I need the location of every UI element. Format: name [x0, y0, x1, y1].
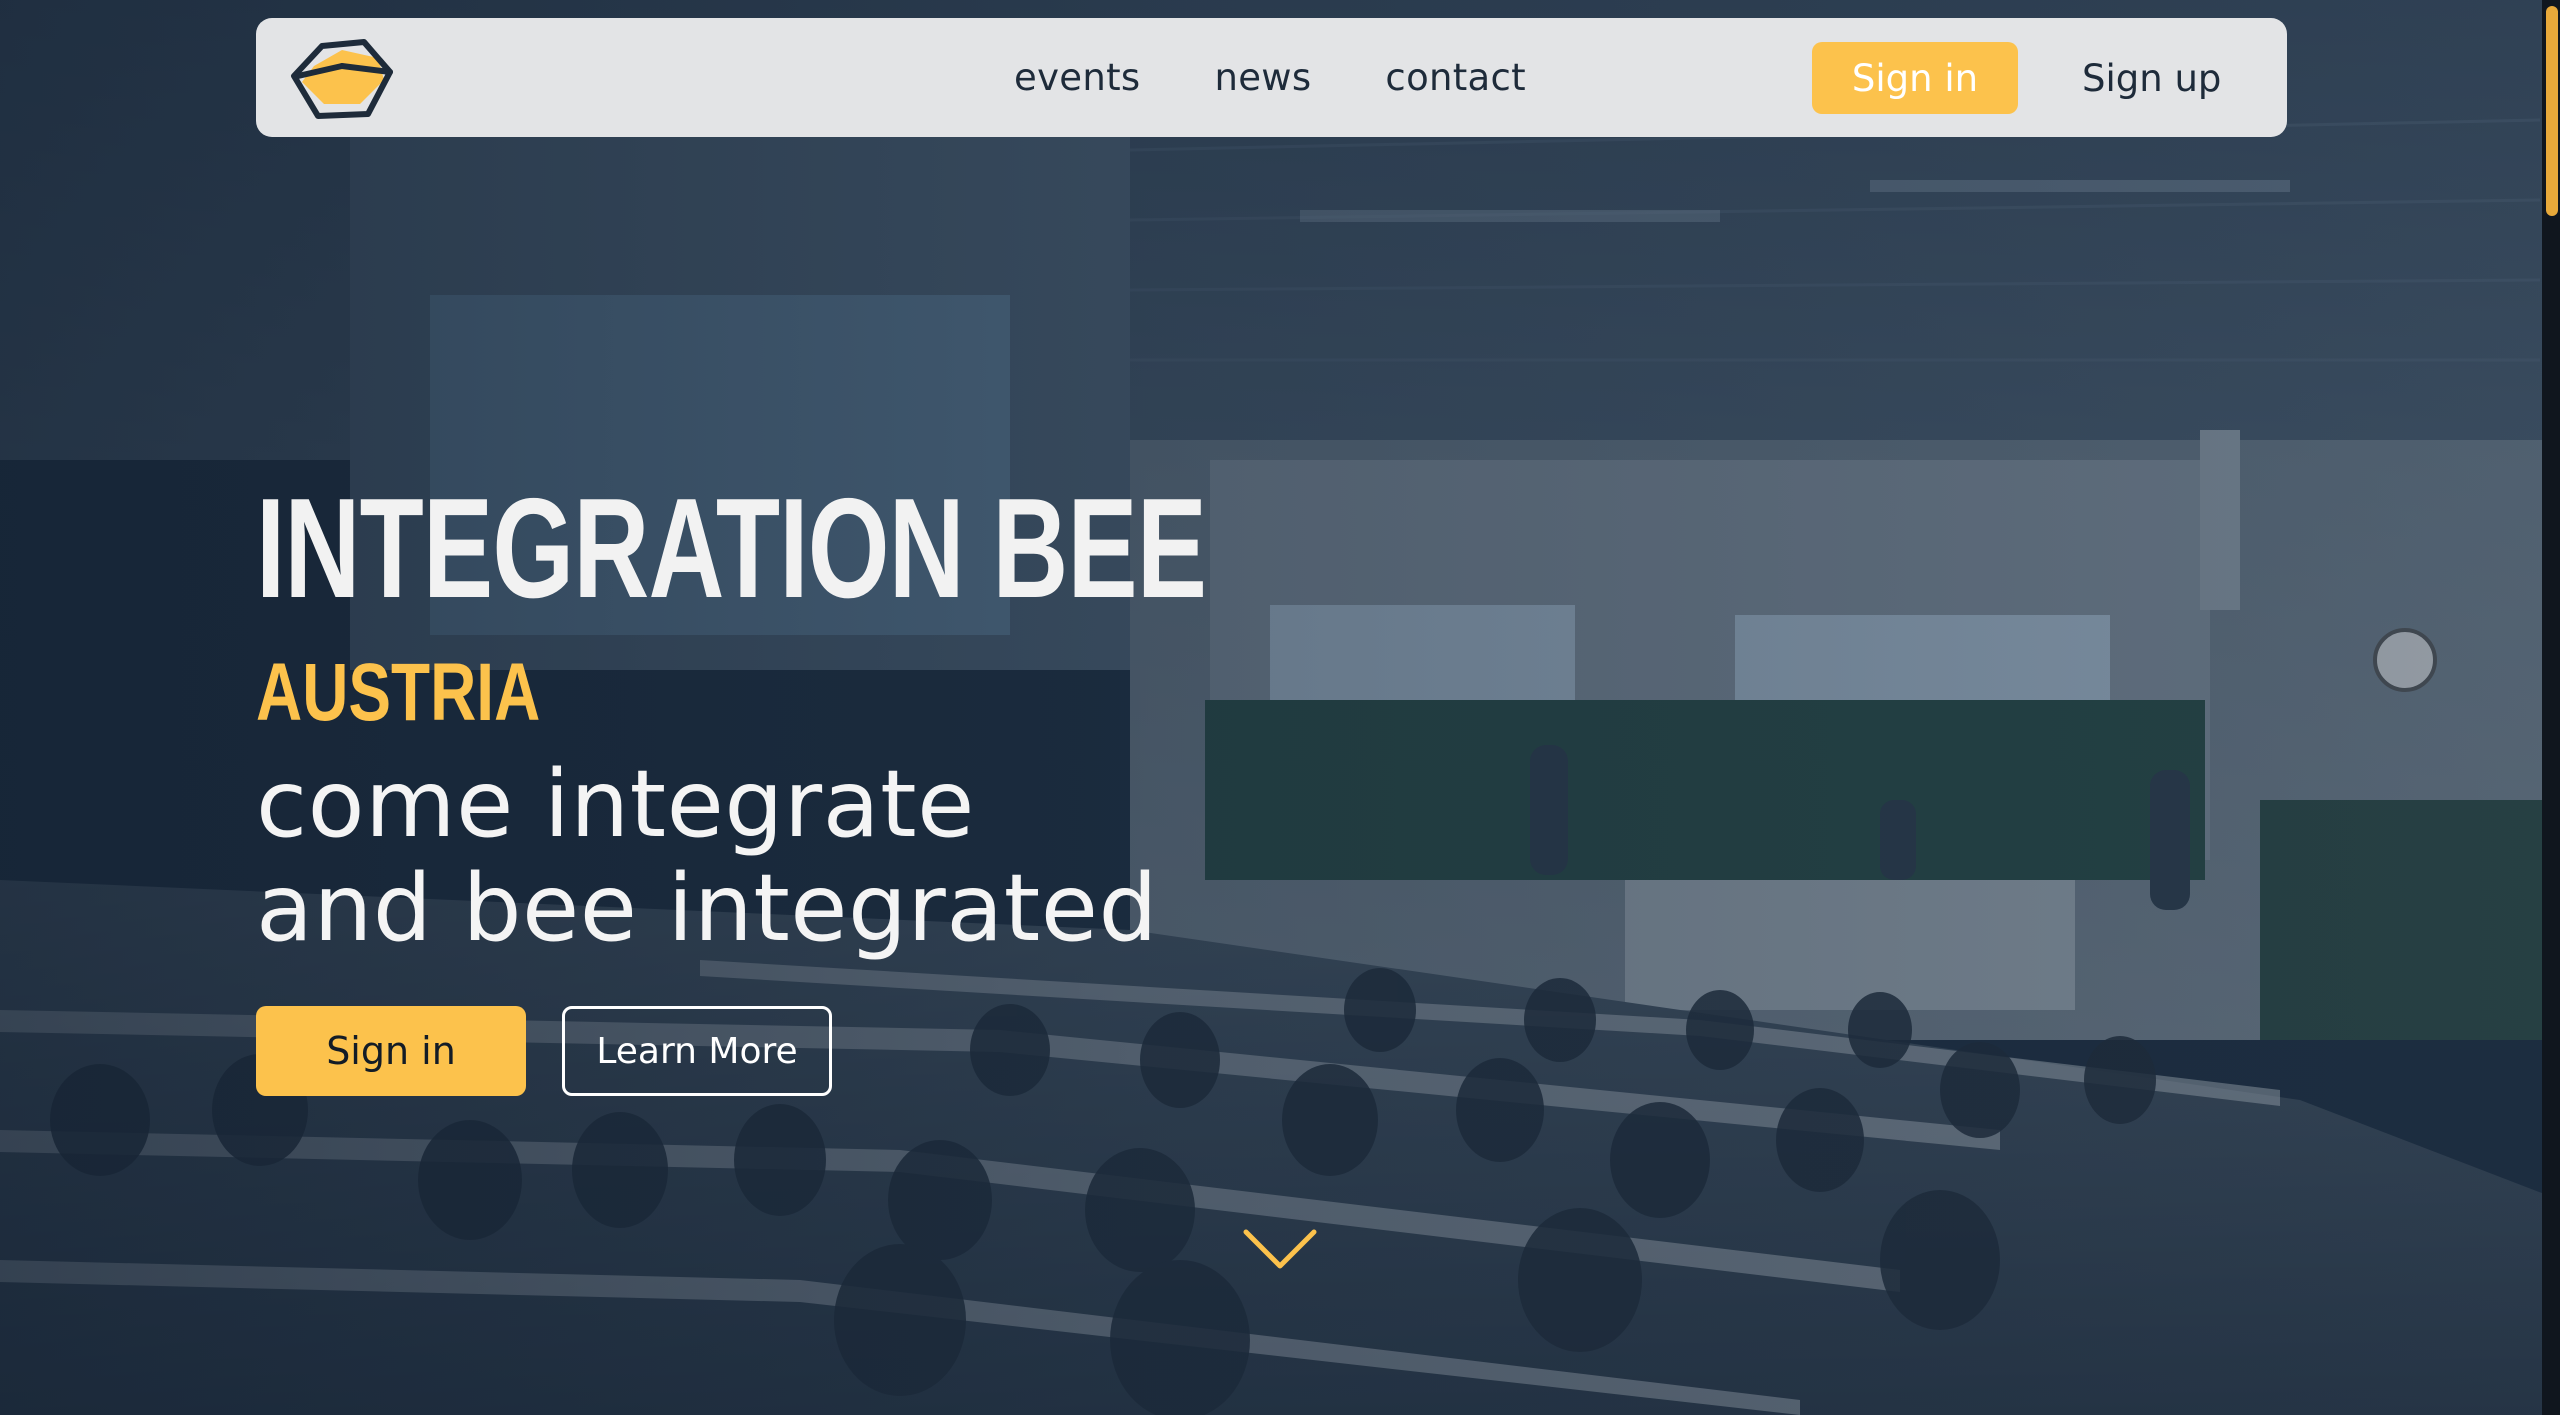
- page-scrollbar[interactable]: [2542, 0, 2560, 1415]
- nav-sign-in-button[interactable]: Sign in: [1812, 42, 2018, 114]
- hero-subtitle: AUSTRIA: [256, 647, 541, 738]
- nav-link-news[interactable]: news: [1214, 56, 1311, 99]
- hero-tagline: come integrate and bee integrated: [256, 752, 1158, 960]
- hexagon-bee-logo-icon[interactable]: [290, 36, 394, 122]
- hero-sign-in-button[interactable]: Sign in: [256, 1006, 526, 1096]
- top-navbar: events news contact Sign in Sign up: [256, 18, 2287, 137]
- chevron-down-icon[interactable]: [1242, 1226, 1318, 1272]
- nav-link-events[interactable]: events: [1014, 56, 1140, 99]
- landing-page: events news contact Sign in Sign up INTE…: [0, 0, 2560, 1415]
- nav-links: events news contact: [1014, 18, 1600, 137]
- hero-tagline-line2: and bee integrated: [256, 854, 1158, 962]
- nav-sign-up-link[interactable]: Sign up: [2082, 42, 2221, 114]
- nav-link-contact[interactable]: contact: [1385, 56, 1526, 99]
- learn-more-button[interactable]: Learn More: [562, 1006, 832, 1096]
- hero-tagline-line1: come integrate: [256, 750, 975, 858]
- scrollbar-thumb[interactable]: [2546, 6, 2558, 216]
- hero-title: INTEGRATION BEE: [256, 469, 1207, 628]
